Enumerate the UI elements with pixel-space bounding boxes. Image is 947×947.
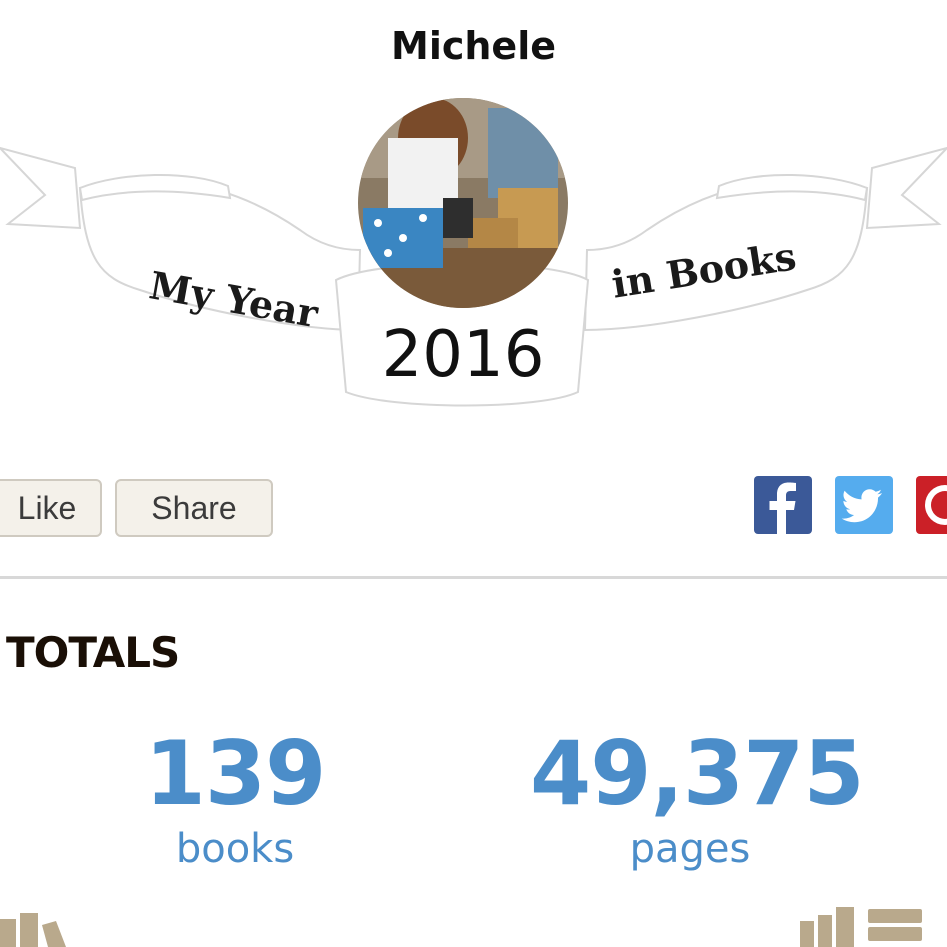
section-divider: [0, 576, 947, 579]
share-button[interactable]: Share: [115, 479, 273, 537]
like-button[interactable]: Like: [0, 479, 102, 537]
pages-count: 49,375: [530, 722, 865, 825]
avatar[interactable]: [358, 98, 568, 308]
pinterest-glyph: [925, 485, 947, 525]
facebook-glyph: [769, 482, 796, 534]
twitter-glyph: [841, 489, 882, 523]
year-label: 2016: [381, 318, 545, 392]
pages-stack-icon: [800, 907, 922, 947]
pinterest-icon[interactable]: [916, 476, 947, 534]
twitter-icon[interactable]: [835, 476, 893, 534]
books-label: books: [175, 826, 295, 872]
totals-heading: TOTALS: [6, 628, 180, 677]
books-shelf-icon: [0, 913, 66, 947]
avatar-photo: [358, 98, 568, 308]
pages-label: pages: [629, 826, 751, 872]
facebook-icon[interactable]: [754, 476, 812, 534]
books-count: 139: [144, 722, 327, 825]
user-name: Michele: [391, 24, 556, 68]
